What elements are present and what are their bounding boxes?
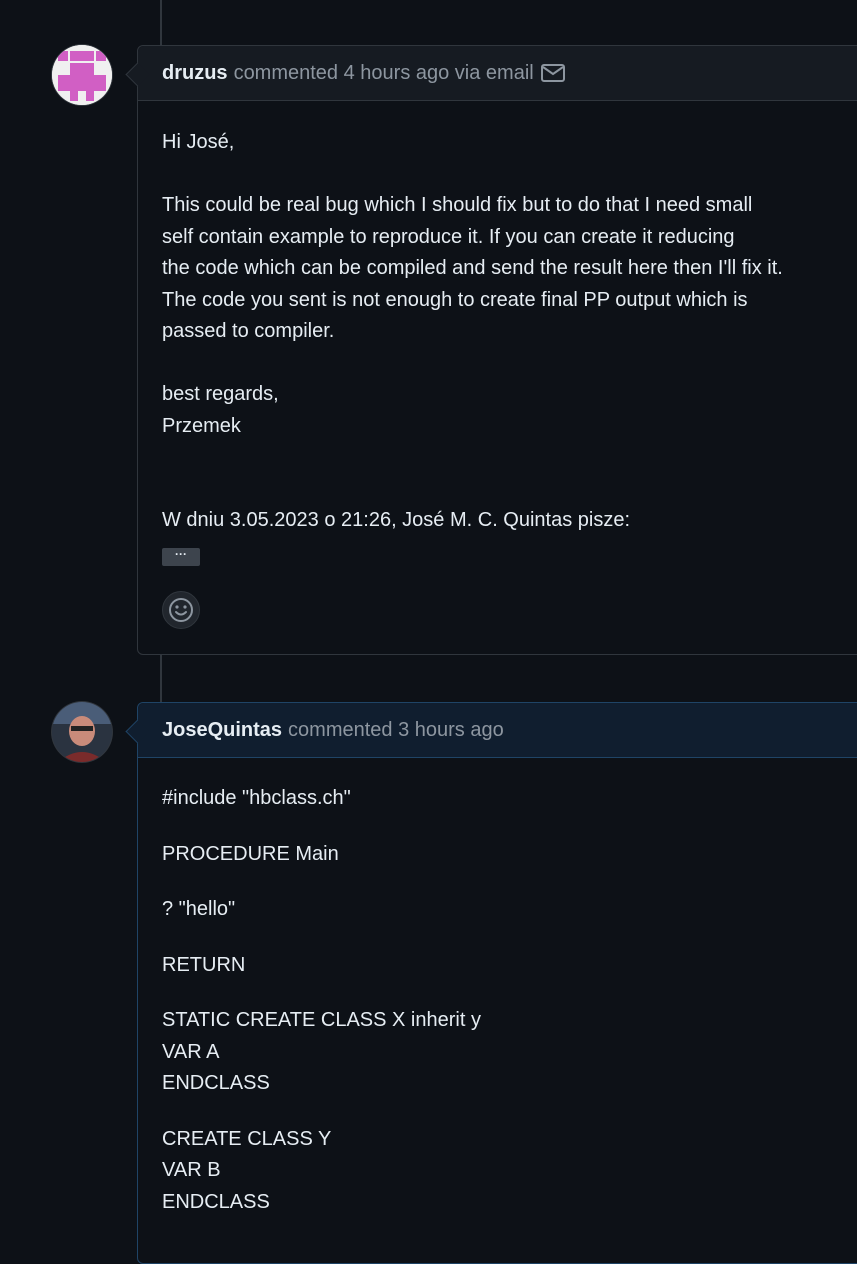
comment-meta[interactable]: commented 4 hours ago via email bbox=[234, 62, 534, 85]
code-line: ? "hello" bbox=[162, 898, 236, 920]
body-line: self contain example to reproduce it. If… bbox=[162, 225, 735, 248]
code-line: ENDCLASS bbox=[162, 1190, 270, 1213]
author-link[interactable]: JoseQuintas bbox=[162, 719, 282, 742]
avatar[interactable] bbox=[52, 45, 112, 105]
code-line: ENDCLASS bbox=[162, 1072, 270, 1094]
user-photo-icon bbox=[52, 702, 112, 762]
body-line: This could be real bug which I should fi… bbox=[162, 194, 753, 216]
comment-meta[interactable]: commented 3 hours ago bbox=[288, 719, 504, 742]
smiley-icon bbox=[169, 598, 193, 622]
code-line: CREATE CLASS Y bbox=[162, 1127, 332, 1150]
signoff-name: Przemek bbox=[162, 414, 241, 437]
code-line: PROCEDURE Main bbox=[162, 842, 339, 865]
code-line: #include "hbclass.ch" bbox=[162, 787, 351, 809]
timeline-line-top bbox=[160, 0, 162, 46]
greeting-text: Hi José, bbox=[162, 131, 235, 153]
author-link[interactable]: druzus bbox=[162, 62, 228, 85]
add-reaction-button[interactable] bbox=[162, 591, 200, 629]
quote-header: W dniu 3.05.2023 o 21:26, José M. C. Qui… bbox=[162, 509, 631, 531]
expand-quote-button[interactable]: ··· bbox=[162, 547, 200, 566]
code-line: RETURN bbox=[162, 953, 246, 976]
comment-druzus: druzus commented 4 hours ago via email H… bbox=[125, 45, 857, 655]
code-line: VAR B bbox=[162, 1159, 221, 1181]
body-line: the code which can be compiled and send … bbox=[162, 257, 783, 279]
comment-body: Hi José, This could be real bug which I … bbox=[138, 127, 857, 568]
code-line: STATIC CREATE CLASS X inherit y bbox=[162, 1009, 481, 1031]
comment-josequintas: JoseQuintas commented 3 hours ago #inclu… bbox=[125, 702, 857, 1264]
timeline-line-middle bbox=[160, 654, 162, 703]
code-line: VAR A bbox=[162, 1040, 220, 1063]
comment-header: JoseQuintas commented 3 hours ago bbox=[138, 703, 857, 758]
identicon-avatar-icon bbox=[52, 45, 112, 105]
mail-icon bbox=[540, 64, 565, 82]
comment-header: druzus commented 4 hours ago via email bbox=[138, 46, 857, 101]
signoff-line: best regards, bbox=[162, 383, 279, 405]
body-line: passed to compiler. bbox=[162, 320, 335, 342]
comment-body: #include "hbclass.ch" PROCEDURE Main ? "… bbox=[138, 758, 857, 1218]
body-line: The code you sent is not enough to creat… bbox=[162, 288, 748, 311]
avatar[interactable] bbox=[52, 702, 112, 762]
